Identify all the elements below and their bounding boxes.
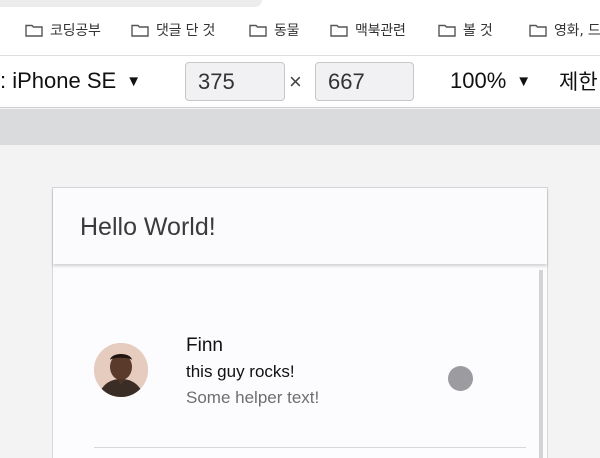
device-name: : iPhone SE xyxy=(0,68,117,93)
height-input[interactable]: 667 xyxy=(315,62,414,101)
item-helper-text: Some helper text! xyxy=(186,388,320,407)
bookmark-label: 볼 것 xyxy=(463,23,493,39)
page-title: Hello World! xyxy=(80,213,216,241)
bookmark-label: 댓글 단 것 xyxy=(156,23,216,39)
bookmark-comments[interactable]: 댓글 단 것 xyxy=(131,21,215,39)
chevron-down-icon: ▼ xyxy=(126,72,142,90)
device-select[interactable]: : iPhone SE ▼ xyxy=(0,68,141,94)
bookmark-macbook[interactable]: 맥북관련 xyxy=(330,21,406,39)
scrollbar[interactable] xyxy=(539,270,543,458)
throttle-select[interactable]: 제한 xyxy=(559,66,598,96)
bookmark-label: 맥북관련 xyxy=(355,23,406,39)
app-header: Hello World! xyxy=(53,188,547,264)
folder-icon xyxy=(330,23,348,37)
zoom-select[interactable]: 100% ▼ xyxy=(450,68,531,94)
bookmark-label: 코딩공부 xyxy=(50,23,101,39)
folder-icon xyxy=(438,23,456,37)
folder-icon xyxy=(529,23,547,37)
list-item[interactable]: Finn this guy rocks! Some helper text! xyxy=(94,335,526,407)
item-name: Finn xyxy=(186,335,223,356)
chevron-down-icon: ▼ xyxy=(516,72,532,90)
bookmark-to-watch[interactable]: 볼 것 xyxy=(438,21,493,39)
folder-icon xyxy=(25,23,43,37)
folder-icon xyxy=(131,23,149,37)
device-toolbar: : iPhone SE ▼ 375 × 667 100% ▼ 제한 xyxy=(0,56,600,108)
bookmark-label: 동물 xyxy=(274,23,300,39)
bookmarks-bar: 코딩공부 댓글 단 것 동물 맥북관련 볼 것 영화, 드 xyxy=(0,0,600,56)
bookmark-label: 영화, 드 xyxy=(554,23,600,39)
item-secondary-text: this guy rocks! xyxy=(186,362,295,381)
bookmark-movies[interactable]: 영화, 드 xyxy=(529,21,600,39)
times-icon: × xyxy=(289,69,302,94)
zoom-value: 100% xyxy=(450,68,507,93)
status-indicator xyxy=(448,366,473,391)
folder-icon xyxy=(249,23,267,37)
avatar xyxy=(94,343,148,397)
list-divider xyxy=(94,447,526,448)
bookmark-animals[interactable]: 동물 xyxy=(249,21,300,39)
device-ruler-bar xyxy=(0,109,600,145)
width-input[interactable]: 375 xyxy=(185,62,285,101)
bookmark-coding[interactable]: 코딩공부 xyxy=(25,21,101,39)
emulated-device-viewport: Hello World! xyxy=(52,187,548,458)
omnibox-edge xyxy=(0,0,262,7)
